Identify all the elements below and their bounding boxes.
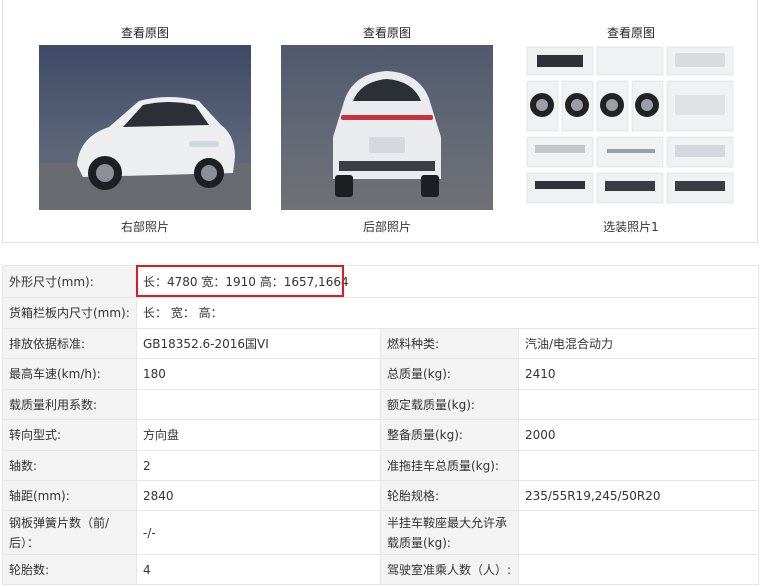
spec-label: 轮胎规格: [380,480,519,511]
spec-value: 2 [136,450,381,481]
dims-value: 长：4780 宽：1910 高：1657,1664 [135,265,760,298]
table-row: 轴距(mm): 2840 轮胎规格: 235/55R19,245/50R20 [2,480,760,511]
cargo-label: 货箱栏板内尺寸(mm): [2,297,137,329]
spec-value: 4 [136,554,381,585]
spec-label: 最高车速(km/h): [2,358,137,390]
table-row: 外形尺寸(mm): 长：4780 宽：1910 高：1657,1664 [2,265,760,298]
spec-value: -/- [136,510,381,555]
spec-value: 235/55R19,245/50R20 [517,480,760,511]
spec-table: 外形尺寸(mm): 长：4780 宽：1910 高：1657,1664 货箱栏板… [2,265,760,585]
spec-value: 2410 [517,358,760,390]
view-original-link-rear[interactable]: 查看原图 [281,24,493,41]
table-row: 转向型式: 方向盘 整备质量(kg): 2000 [2,419,760,451]
spec-label: 准拖挂车总质量(kg): [380,450,519,481]
spec-value: 2000 [517,419,760,451]
table-row: 轮胎数: 4 驾驶室准乘人数（人）: [2,554,760,585]
table-row: 钢板弹簧片数（前/后）： -/- 半挂车鞍座最大允许承载质量(kg): [2,510,760,555]
dims-label: 外形尺寸(mm): [2,265,137,298]
view-original-link-options[interactable]: 查看原图 [525,24,737,41]
photo-caption-options: 选装照片1 [603,220,659,234]
spec-value [517,554,760,585]
spec-value [517,389,760,420]
spec-value: 2840 [136,480,381,511]
spec-value: GB18352.6-2016国VI [136,328,381,359]
spec-value [136,389,381,420]
spec-label: 总质量(kg): [380,358,519,390]
spec-label: 钢板弹簧片数（前/后）： [2,510,137,555]
car-rear-photo-icon[interactable] [281,45,493,210]
car-options-collage-photo-icon[interactable] [525,45,737,210]
spec-label: 轮胎数: [2,554,137,585]
photo-panel: 查看原图 右部照片 查看原图 后部照片 查看原图 选装照片1 [2,0,758,243]
photo-caption-right: 右部照片 [120,220,169,234]
spec-value [517,450,760,481]
spec-label: 轴数: [2,450,137,481]
spec-label: 轴距(mm): [2,480,137,511]
spec-label: 转向型式: [2,419,137,451]
car-front-side-photo-icon[interactable] [39,45,251,210]
view-original-link-right[interactable]: 查看原图 [39,24,251,41]
spec-value [517,510,760,555]
table-row: 最高车速(km/h): 180 总质量(kg): 2410 [2,358,760,390]
spec-label: 整备质量(kg): [380,419,519,451]
spec-value: 180 [136,358,381,390]
table-row: 载质量利用系数: 额定载质量(kg): [2,389,760,420]
table-row: 轴数: 2 准拖挂车总质量(kg): [2,450,760,481]
spec-label: 排放依据标准: [2,328,137,359]
spec-label: 半挂车鞍座最大允许承载质量(kg): [380,510,519,555]
spec-label: 驾驶室准乘人数（人）: [380,554,519,585]
spec-label: 载质量利用系数: [2,389,137,420]
table-row: 货箱栏板内尺寸(mm): 长： 宽： 高： [2,297,760,329]
table-row: 排放依据标准: GB18352.6-2016国VI 燃料种类: 汽油/电混合动力 [2,328,760,359]
spec-value: 汽油/电混合动力 [517,328,760,359]
spec-label: 燃料种类: [380,328,519,359]
cargo-value: 长： 宽： 高： [135,297,760,329]
spec-label: 额定载质量(kg): [380,389,519,420]
photo-caption-rear: 后部照片 [362,220,411,234]
spec-value: 方向盘 [136,419,381,451]
